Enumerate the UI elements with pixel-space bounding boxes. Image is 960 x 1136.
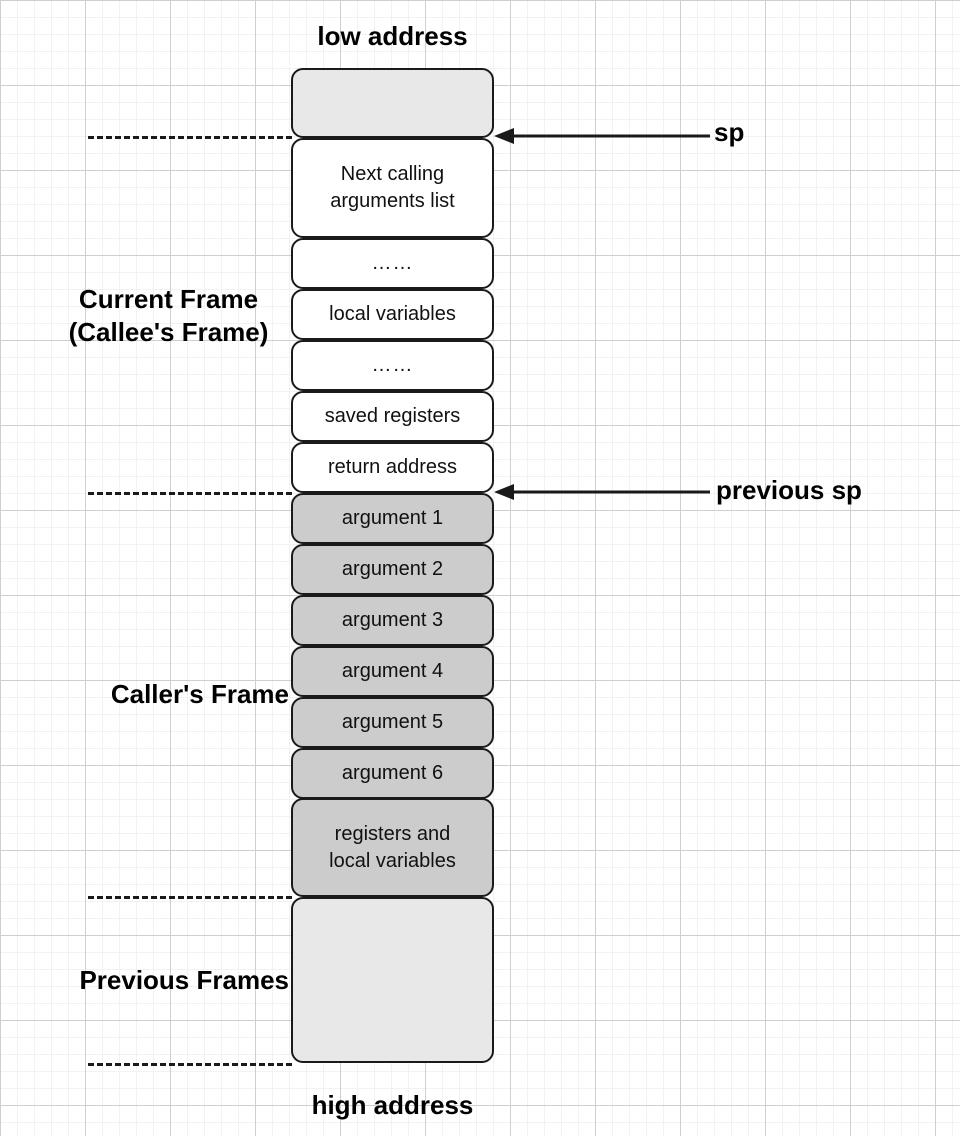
dashed-guide-previous-frames-top bbox=[88, 896, 292, 899]
stack-cell-saved-registers: saved registers bbox=[291, 391, 494, 442]
low-address-label: low address bbox=[317, 21, 468, 51]
previous-frames-label: Previous Frames bbox=[79, 965, 289, 995]
high-address-label: high address bbox=[311, 1090, 474, 1120]
stack-cell-label: Next calling arguments list bbox=[330, 163, 455, 212]
stack-cell-argument-2: argument 2 bbox=[291, 544, 494, 595]
stack-cell-ellipsis-lower: …… bbox=[291, 340, 494, 391]
stack-cell-ellipsis-upper: …… bbox=[291, 238, 494, 289]
previous-sp-arrow bbox=[494, 484, 710, 500]
stack-cell-label: …… bbox=[371, 252, 414, 274]
stack-cell-argument-3: argument 3 bbox=[291, 595, 494, 646]
stack-cell-local-variables: local variables bbox=[291, 289, 494, 340]
current-frame-label: Current Frame (Callee's Frame) bbox=[68, 284, 269, 347]
sp-label: sp bbox=[714, 117, 745, 147]
sp-arrow bbox=[494, 128, 710, 144]
stack-cell-label: argument 5 bbox=[341, 711, 444, 733]
previous-sp-label: previous sp bbox=[716, 475, 862, 505]
stack-cell-label: argument 6 bbox=[341, 762, 444, 784]
stack-cell-registers-and-local-variables: registers and local variables bbox=[291, 798, 494, 897]
stack-cell-empty-bottom bbox=[291, 897, 494, 1063]
stack-cell-label: saved registers bbox=[324, 405, 461, 427]
stack-cell-label: argument 3 bbox=[341, 609, 444, 631]
dashed-guide-previous-sp bbox=[88, 492, 292, 495]
stack-cell-argument-6: argument 6 bbox=[291, 748, 494, 799]
diagram-canvas: low address Next calling arguments list … bbox=[0, 0, 960, 1136]
stack-cell-label: registers and local variables bbox=[329, 822, 456, 872]
stack-cell-label: argument 4 bbox=[341, 660, 444, 682]
dashed-guide-sp bbox=[88, 136, 292, 139]
dashed-guide-previous-frames-bottom bbox=[88, 1063, 292, 1066]
stack-cell-argument-1: argument 1 bbox=[291, 493, 494, 544]
stack-cell-argument-5: argument 5 bbox=[291, 697, 494, 748]
stack-cell-label: local variables bbox=[329, 303, 456, 325]
stack-cell-return-address: return address bbox=[291, 442, 494, 493]
stack-cell-label: argument 1 bbox=[341, 507, 444, 529]
stack-cell-argument-4: argument 4 bbox=[291, 646, 494, 697]
stack-cell-label: …… bbox=[371, 354, 414, 376]
stack-cell-label: return address bbox=[328, 456, 457, 478]
stack-cell-label: argument 2 bbox=[341, 558, 444, 580]
stack-cell-empty-top bbox=[291, 68, 494, 138]
callers-frame-label: Caller's Frame bbox=[110, 679, 289, 709]
stack-cell-next-calling-arguments-list: Next calling arguments list bbox=[291, 138, 494, 238]
